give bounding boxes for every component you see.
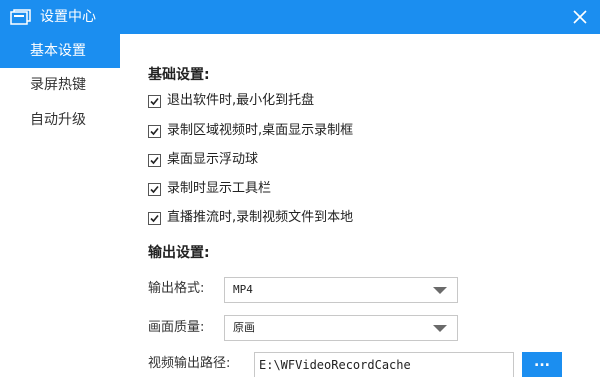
window-title: 设置中心 [40,9,96,25]
browse-button[interactable]: ... [522,352,562,377]
output-settings-heading: 输出设置: [148,245,210,261]
output-path-field[interactable]: E:\WFVideoRecordCache [254,352,514,377]
sidebar-item-basic-settings[interactable]: 基本设置 [0,34,120,68]
option-label: 录制时显示工具栏 [167,181,272,196]
option-label: 退出软件时,最小化到托盘 [167,93,315,108]
settings-content: 基础设置: 退出软件时,最小化到托盘 录制区域视频时,桌面显示录制框 桌面显示浮… [120,34,600,377]
checkbox[interactable] [148,124,161,138]
option-floating-ball[interactable]: 桌面显示浮动球 [148,151,258,169]
sidebar-item-hotkeys[interactable]: 录屏热键 [0,68,120,102]
option-label: 录制区域视频时,桌面显示录制框 [167,123,354,138]
checkbox[interactable] [148,153,161,167]
basic-settings-heading: 基础设置: [148,67,210,83]
folder-stack-icon [10,8,32,26]
output-format-label: 输出格式: [148,281,205,296]
sidebar: 基本设置 录屏热键 自动升级 [0,34,120,377]
sidebar-item-auto-update[interactable]: 自动升级 [0,103,120,137]
checkbox[interactable] [148,94,161,108]
checkbox[interactable] [148,211,161,225]
output-path-label: 视频输出路径: [148,356,231,371]
title-bar: 设置中心 [0,0,600,34]
chevron-down-icon [433,287,447,294]
checkbox[interactable] [148,182,161,196]
quality-select[interactable]: 原画 [224,315,458,341]
chevron-down-icon [433,325,447,332]
settings-window: 设置中心 基本设置 录屏热键 自动升级 基础设置: 退出软件时,最小化到托盘 录… [0,0,600,377]
quality-label: 画面质量: [148,320,205,335]
option-label: 直播推流时,录制视频文件到本地 [167,210,354,225]
quality-value: 原画 [233,321,255,334]
option-label: 桌面显示浮动球 [167,152,259,167]
option-show-record-frame[interactable]: 录制区域视频时,桌面显示录制框 [148,122,353,140]
option-minimize-to-tray[interactable]: 退出软件时,最小化到托盘 [148,92,314,110]
option-show-toolbar[interactable]: 录制时显示工具栏 [148,180,271,198]
output-format-value: MP4 [233,283,253,296]
option-record-while-streaming[interactable]: 直播推流时,录制视频文件到本地 [148,209,353,227]
close-icon[interactable] [568,5,592,29]
output-format-select[interactable]: MP4 [224,277,458,303]
